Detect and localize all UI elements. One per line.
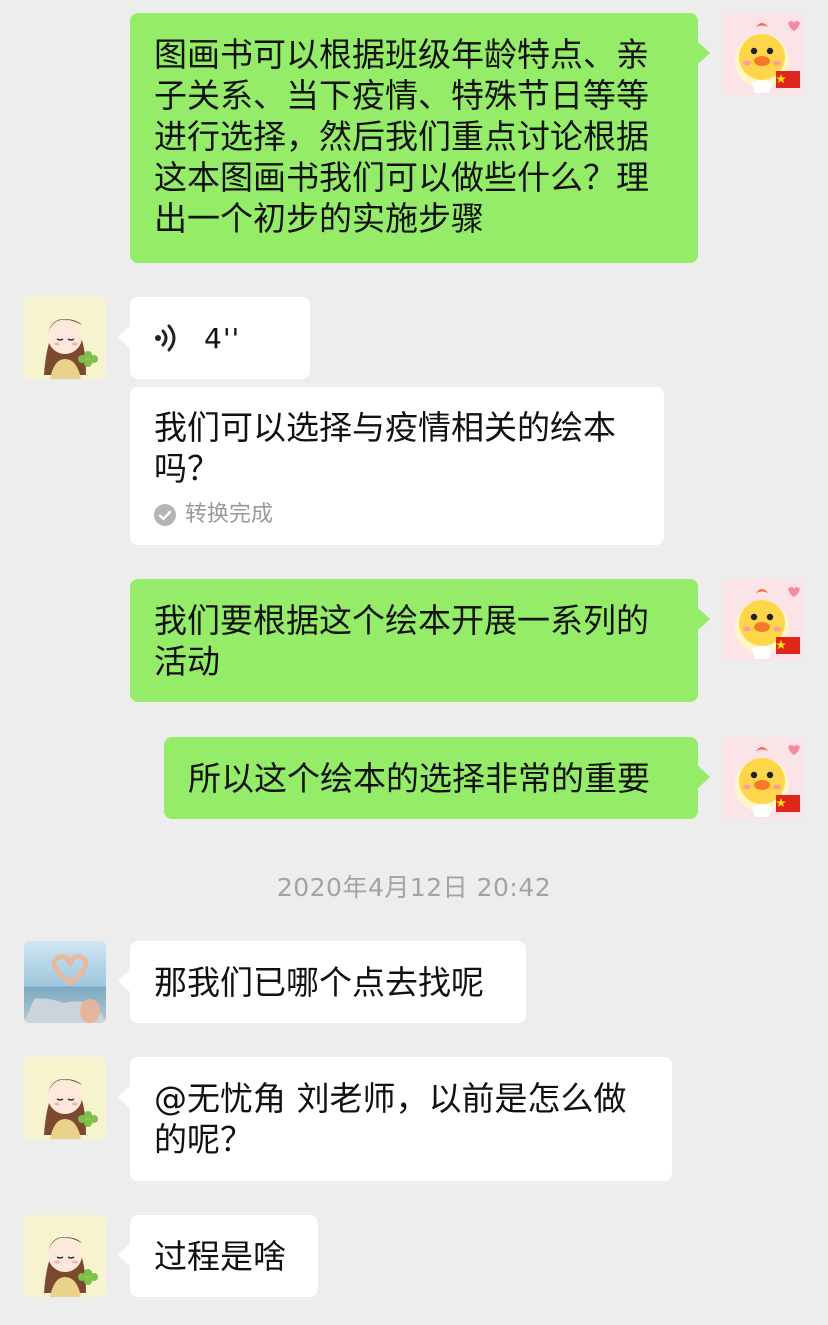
chat-window: 图画书可以根据班级年龄特点、亲子关系、当下疫情、特殊节日等等进行选择，然后我们重… xyxy=(0,0,828,1325)
chick-avatar-icon xyxy=(722,579,804,661)
voice-transcript-bubble[interactable]: 我们可以选择与疫情相关的绘本吗？ 转换完成 xyxy=(130,387,664,545)
message-bubble-outgoing[interactable]: 所以这个绘本的选择非常的重要 xyxy=(164,737,710,819)
contact-avatar[interactable] xyxy=(24,297,106,379)
girl-avatar-icon xyxy=(24,297,106,379)
voice-wave-icon xyxy=(154,322,180,354)
chick-avatar-icon xyxy=(722,13,804,95)
message-bubble-incoming[interactable]: 过程是啥 xyxy=(118,1215,318,1297)
message-text: 那我们已哪个点去找呢 xyxy=(154,962,484,1002)
transcript-text: 我们可以选择与疫情相关的绘本吗？ xyxy=(154,408,616,488)
voice-message-bubble[interactable]: 4'' xyxy=(118,297,310,379)
message-text: 我们要根据这个绘本开展一系列的活动 xyxy=(154,601,649,681)
message-bubble-incoming[interactable]: 那我们已哪个点去找呢 xyxy=(118,941,526,1023)
self-avatar[interactable] xyxy=(722,579,804,661)
heart-hands-avatar-icon xyxy=(24,941,106,1023)
message-text: 所以这个绘本的选择非常的重要 xyxy=(188,758,650,798)
contact-avatar[interactable] xyxy=(24,1215,106,1297)
convert-status-text: 转换完成 xyxy=(185,502,274,527)
chat-timestamp: 2020年4月12日 20:42 xyxy=(276,873,552,902)
self-avatar[interactable] xyxy=(722,737,804,819)
contact-avatar[interactable] xyxy=(24,941,106,1023)
message-text: 过程是啥 xyxy=(154,1236,286,1276)
chick-avatar-icon xyxy=(722,737,804,819)
convert-status: 转换完成 xyxy=(154,501,640,529)
girl-avatar-icon xyxy=(24,1215,106,1297)
voice-duration: 4'' xyxy=(204,321,241,355)
girl-avatar-icon xyxy=(24,1057,106,1139)
check-circle-icon xyxy=(154,504,176,526)
message-bubble-outgoing[interactable]: 我们要根据这个绘本开展一系列的活动 xyxy=(130,579,710,702)
message-text: 图画书可以根据班级年龄特点、亲子关系、当下疫情、特殊节日等等进行选择，然后我们重… xyxy=(154,35,649,238)
message-bubble-outgoing[interactable]: 图画书可以根据班级年龄特点、亲子关系、当下疫情、特殊节日等等进行选择，然后我们重… xyxy=(130,13,710,263)
contact-avatar[interactable] xyxy=(24,1057,106,1139)
message-bubble-incoming[interactable]: @无忧角 刘老师，以前是怎么做的呢？ xyxy=(118,1057,672,1181)
self-avatar[interactable] xyxy=(722,13,804,95)
message-text: @无忧角 刘老师，以前是怎么做的呢？ xyxy=(154,1079,627,1159)
